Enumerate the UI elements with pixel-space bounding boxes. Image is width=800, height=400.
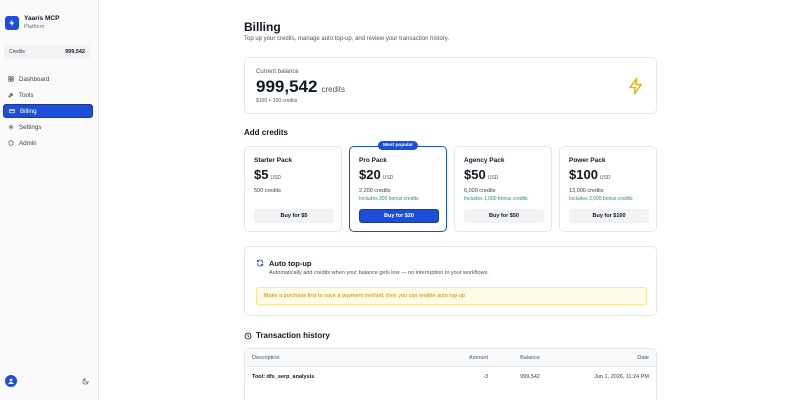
wrench-icon	[8, 93, 13, 98]
sidebar: Yaaris MCP Platform Credits 999,542 Dash…	[0, 0, 99, 400]
balance-label: Current balance	[256, 69, 299, 75]
transaction-history-heading: Transaction history	[244, 331, 330, 340]
pack-card-power: Power Pack $100 USD 13,000 credits Inclu…	[559, 146, 657, 232]
refresh-icon	[256, 259, 264, 267]
pack-name: Pro Pack	[359, 157, 387, 164]
moon-icon	[82, 377, 89, 384]
sidebar-item-label: Settings	[19, 123, 42, 131]
sidebar-item-tools[interactable]: Tools	[3, 88, 93, 102]
pack-credits: 2,200 credits	[359, 188, 391, 194]
clock-icon	[244, 332, 252, 339]
table-header-row: Description Amount Balance Date	[245, 349, 656, 367]
page-subtitle: Top up your credits, manage auto top-up,…	[244, 36, 449, 42]
lightning-logo-icon	[5, 16, 19, 30]
pack-currency: USD	[487, 175, 499, 181]
auto-topup-description: Automatically add credits when your bala…	[269, 270, 489, 276]
theme-toggle-button[interactable]	[81, 377, 89, 385]
pack-card-starter: Starter Pack $5 USD 500 credits Buy for …	[244, 146, 342, 232]
transaction-description: Tool: dfs_serp_analysis	[252, 374, 315, 380]
pack-name: Power Pack	[569, 157, 606, 164]
pack-currency: USD	[382, 175, 394, 181]
sidebar-credits: Credits 999,542	[4, 45, 90, 59]
pack-currency: USD	[270, 175, 282, 181]
column-header-description: Description	[252, 354, 280, 361]
balance-value: 999,542	[256, 77, 318, 96]
pack-price: $50	[464, 167, 486, 182]
balance-detail: $100 + 100 credits	[256, 98, 298, 104]
avatar[interactable]	[5, 375, 17, 387]
transaction-amount: -3	[483, 374, 488, 380]
shield-icon	[8, 140, 14, 146]
sidebar-nav: Dashboard Tools Billing Settings Admin	[3, 72, 93, 152]
pack-bonus: Includes 3,000 bonus credits	[569, 196, 633, 202]
buy-starter-button[interactable]: Buy for $5	[254, 209, 334, 223]
sidebar-item-admin[interactable]: Admin	[3, 136, 93, 150]
pack-price: $20	[359, 167, 381, 182]
pack-price: $100	[569, 167, 598, 182]
auto-topup-notice: Make a purchase first to save a payment …	[256, 287, 647, 305]
grid-icon	[8, 76, 14, 82]
sidebar-item-label: Admin	[19, 139, 37, 147]
balance-unit: credits	[321, 85, 346, 94]
sidebar-item-label: Dashboard	[19, 75, 50, 83]
credit-card-icon	[9, 108, 15, 114]
pack-credits: 6,000 credits	[464, 188, 496, 194]
transaction-history-title: Transaction history	[256, 331, 330, 340]
transaction-date: Jun 1, 2026, 11:24 PM	[594, 374, 649, 380]
table-row: Tool: dfs_serp_analysis -3 999,542 Jun 1…	[245, 367, 656, 387]
sidebar-item-label: Tools	[19, 91, 34, 99]
brand[interactable]: Yaaris MCP Platform	[5, 15, 60, 30]
column-header-balance: Balance	[520, 354, 540, 361]
most-popular-badge: Most popular	[377, 141, 419, 150]
brand-name: Yaaris MCP	[24, 15, 60, 22]
column-header-amount: Amount	[469, 354, 488, 361]
auto-topup-title: Auto top-up	[269, 259, 312, 268]
column-header-date: Date	[637, 354, 649, 361]
pack-bonus: Includes 200 bonus credits	[359, 196, 419, 202]
balance-card: Current balance 999,542 credits $100 + 1…	[244, 57, 657, 114]
sidebar-item-label: Billing	[20, 107, 37, 115]
add-credits-title: Add credits	[244, 128, 289, 137]
pack-card-agency: Agency Pack $50 USD 6,000 credits Includ…	[454, 146, 552, 232]
pack-credits: 500 credits	[254, 188, 281, 194]
pack-name: Starter Pack	[254, 157, 292, 164]
pack-currency: USD	[599, 175, 611, 181]
transaction-balance: 999,542	[520, 374, 540, 380]
sidebar-item-dashboard[interactable]: Dashboard	[3, 72, 93, 86]
sidebar-item-billing[interactable]: Billing	[3, 104, 93, 118]
transaction-table: Description Amount Balance Date Tool: df…	[244, 348, 657, 400]
pack-credits: 13,000 credits	[569, 188, 604, 194]
pack-card-pro: Most popular Pro Pack $20 USD 2,200 cred…	[349, 141, 447, 232]
sidebar-credits-value: 999,542	[65, 49, 85, 55]
buy-power-button[interactable]: Buy for $100	[569, 209, 649, 223]
page-title: Billing	[244, 20, 281, 34]
pack-bonus: Includes 1,000 bonus credits	[464, 196, 528, 202]
auto-topup-card: Auto top-up Automatically add credits wh…	[244, 246, 657, 316]
pack-name: Agency Pack	[464, 157, 505, 164]
lightning-icon	[629, 77, 642, 95]
brand-subtitle: Platform	[24, 23, 45, 30]
sidebar-credits-label: Credits	[9, 49, 25, 55]
user-icon	[8, 378, 14, 384]
buy-agency-button[interactable]: Buy for $50	[464, 209, 544, 223]
gear-icon	[8, 124, 14, 130]
sidebar-item-settings[interactable]: Settings	[3, 120, 93, 134]
buy-pro-button[interactable]: Buy for $20	[359, 209, 439, 223]
pack-price: $5	[254, 167, 269, 182]
